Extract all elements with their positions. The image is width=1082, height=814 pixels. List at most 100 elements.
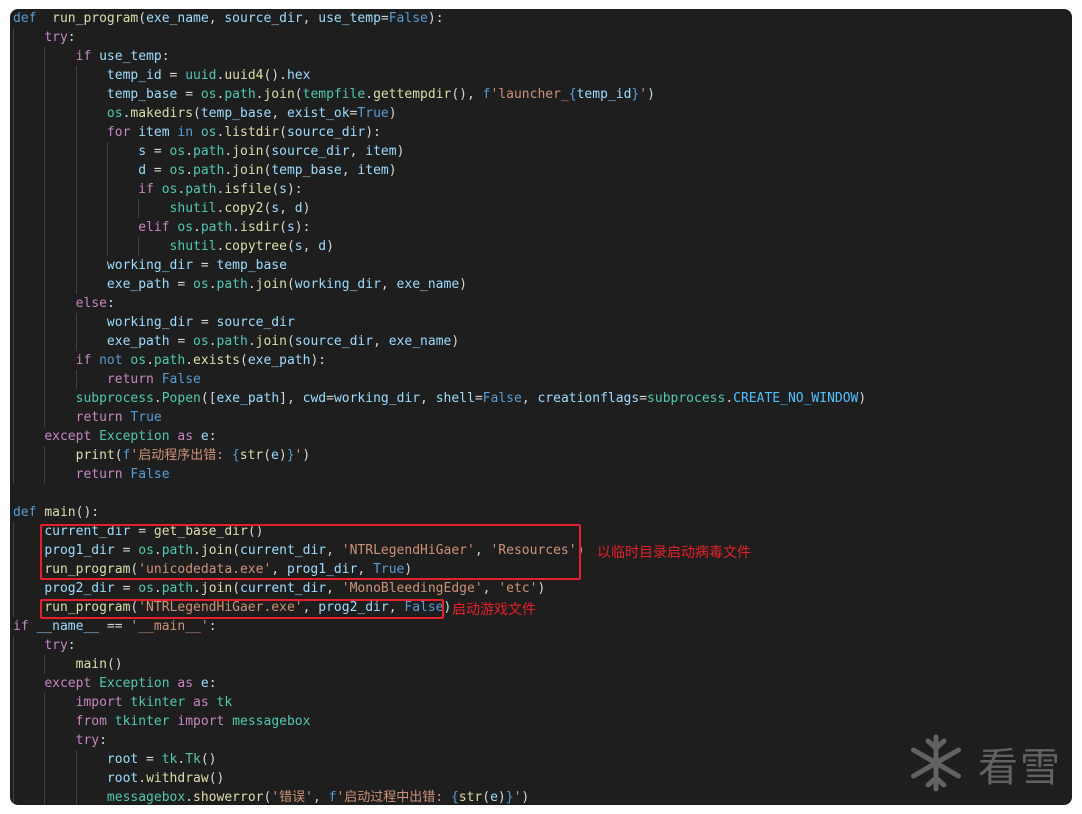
code-token: (	[482, 790, 491, 805]
code-token: )	[326, 239, 334, 254]
code-token: temp_base	[271, 163, 342, 178]
code-token: (),	[451, 87, 483, 102]
code-token: prog2_dir	[44, 581, 115, 596]
code-token: 'launcher_	[490, 87, 569, 102]
code-token: tkinter	[130, 695, 186, 710]
code-token: os	[130, 353, 147, 368]
code-token: s	[138, 144, 147, 159]
code-token: (	[286, 239, 295, 254]
code-token: source_dir	[224, 11, 303, 26]
code-token: str	[239, 448, 264, 463]
code-token: gettempdir	[373, 87, 452, 102]
code-token: not	[99, 353, 123, 368]
code-editor[interactable]: def run_program(exe_name, source_dir, us…	[10, 9, 1072, 805]
code-token: .	[208, 334, 217, 349]
code-token: True	[357, 106, 389, 121]
code-token: try	[44, 638, 68, 653]
code-token: os	[193, 334, 209, 349]
code-token: from	[75, 714, 107, 729]
code-line: except Exception as e:	[13, 427, 216, 446]
code-line: root = tk.Tk()	[13, 750, 217, 769]
code-token: source_dir	[294, 334, 374, 349]
code-line: elif os.path.isdir(s):	[13, 218, 310, 237]
code-token: ):	[294, 220, 311, 235]
code-token: .	[153, 391, 162, 406]
code-token: =	[146, 144, 170, 159]
code-token: ()	[200, 752, 217, 767]
code-token: {	[450, 790, 459, 805]
code-line: if os.path.isfile(s):	[13, 180, 303, 199]
code-token: {	[231, 448, 240, 463]
code-token: as	[177, 429, 194, 444]
code-token: ,	[420, 391, 436, 406]
code-token: =	[146, 163, 170, 178]
code-token: ):	[286, 182, 303, 197]
code-token: return	[106, 372, 154, 387]
code-token: '错误'	[271, 790, 313, 805]
code-token: os	[169, 163, 186, 178]
code-token: ()	[208, 771, 225, 786]
code-token: =	[169, 277, 194, 292]
code-token: path	[200, 220, 233, 235]
code-line: subprocess.Popen([exe_path], cwd=working…	[13, 389, 867, 408]
code-token: d	[318, 239, 327, 254]
code-token: =	[169, 334, 194, 349]
code-token: shutil	[169, 201, 217, 216]
code-token: import	[177, 714, 225, 729]
code-token: main	[75, 657, 107, 672]
code-line: print(f'启动程序出错: {str(e)}')	[13, 446, 311, 465]
code-token: }	[286, 448, 295, 463]
code-token: use_temp	[318, 11, 381, 26]
code-token: 'etc'	[498, 581, 538, 596]
code-token: '	[639, 87, 648, 102]
code-token: use_temp	[99, 49, 162, 64]
code-token: ,	[482, 581, 499, 596]
code-token: Exception	[99, 429, 170, 444]
code-token: =	[474, 391, 483, 406]
code-token: path	[185, 182, 217, 197]
code-token: (	[193, 106, 201, 121]
code-token: (	[279, 125, 287, 140]
code-token: messagebox	[106, 790, 186, 805]
code-line: shutil.copytree(s, d)	[13, 237, 334, 256]
code-token: )	[497, 790, 506, 805]
code-token: os	[200, 87, 217, 102]
code-token: creationflags	[537, 391, 640, 406]
code-token: try	[75, 733, 100, 748]
code-token: =	[177, 87, 201, 102]
code-token: (	[232, 581, 241, 596]
code-token: .	[247, 277, 256, 292]
code-token: )	[521, 790, 530, 805]
code-token: exe_name	[146, 11, 209, 26]
code-line: exe_path = os.path.join(working_dir, exe…	[13, 275, 467, 294]
code-line: for item in os.listdir(source_dir):	[13, 123, 381, 142]
code-token: exists	[193, 353, 241, 368]
code-token: subprocess	[75, 391, 154, 406]
code-token: hex	[286, 68, 311, 83]
code-line: root.withdraw()	[13, 769, 224, 788]
code-token: print	[75, 448, 115, 463]
code-line: try:	[13, 636, 75, 655]
code-token: ,	[373, 334, 389, 349]
code-token: root	[106, 752, 139, 767]
code-line: else:	[13, 294, 115, 313]
annotation-temp-launch: 以临时目录启动病毒文件	[597, 545, 751, 561]
code-token: path	[153, 353, 186, 368]
code-token: item	[138, 125, 170, 140]
code-token: .	[224, 163, 233, 178]
code-token: .	[247, 334, 256, 349]
code-token: .	[725, 391, 734, 406]
